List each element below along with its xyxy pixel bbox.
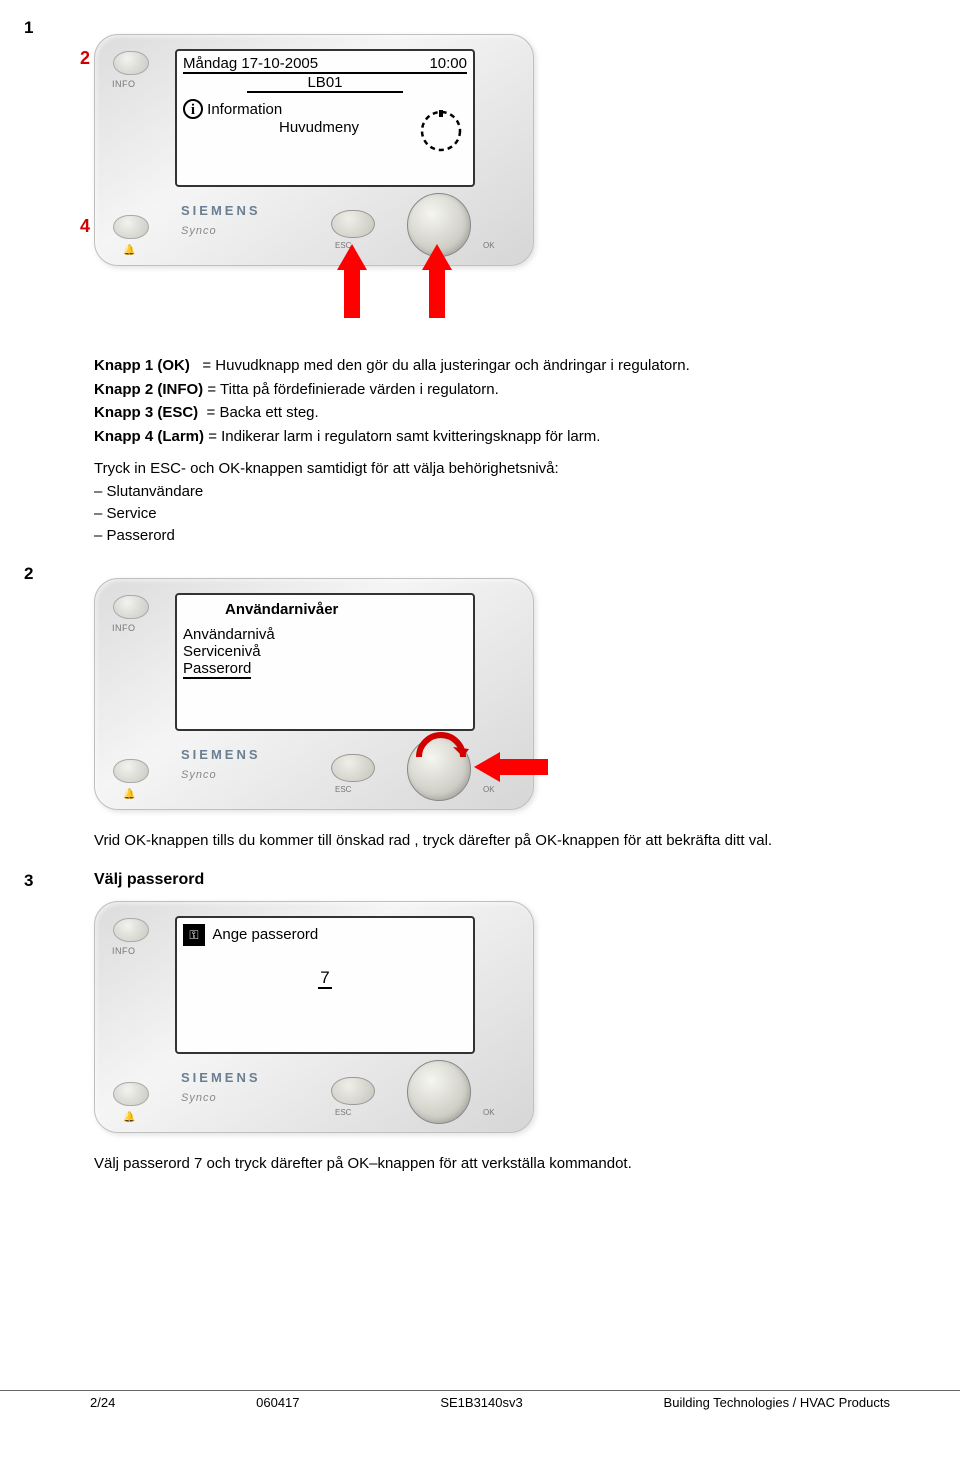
alarm-button[interactable] xyxy=(113,759,149,783)
brand-label: SIEMENS xyxy=(181,747,261,762)
lcd-screen-1: Måndag 17-10-2005 10:00 LB01 i Informati… xyxy=(175,49,475,187)
lcd-screen-2: Användarnivåer Användarnivå Servicenivå … xyxy=(175,593,475,731)
synco-label: Synco xyxy=(181,1092,217,1104)
k2-label: Knapp 2 (INFO) xyxy=(94,381,203,398)
screen-info-1: Information xyxy=(207,101,282,118)
alarm-button[interactable] xyxy=(113,215,149,239)
screen-date: Måndag 17-10-2005 xyxy=(183,55,318,72)
rotate-text: Vrid OK-knappen tills du kommer till öns… xyxy=(94,832,854,849)
brand-label: SIEMENS xyxy=(181,1070,261,1085)
k1-desc: = Huvudknapp med den gör du alla justeri… xyxy=(202,357,689,374)
footer-date: 060417 xyxy=(256,1395,299,1410)
k2-desc: = Titta på fördefinierade värden i regul… xyxy=(207,381,498,398)
info-button[interactable] xyxy=(113,918,149,942)
k4-label: Knapp 4 (Larm) xyxy=(94,428,204,445)
footer-docid: SE1B3140sv3 xyxy=(440,1395,522,1410)
callout-4: 4 xyxy=(80,216,90,237)
info-button[interactable] xyxy=(113,595,149,619)
ok-label: OK xyxy=(483,785,495,794)
alarm-button[interactable] xyxy=(113,1082,149,1106)
footer-org: Building Technologies / HVAC Products xyxy=(664,1395,890,1410)
lcd-screen-3: ⚿ Ange passerord 7 xyxy=(175,916,475,1054)
k4-desc: = Indikerar larm i regulatorn samt kvitt… xyxy=(208,428,600,445)
rotate-arc-icon xyxy=(411,727,471,767)
esc-label: ESC xyxy=(335,785,351,794)
screen2-line1: Användarnivå xyxy=(183,626,467,643)
key-icon: ⚿ xyxy=(183,924,205,946)
step-number-2: 2 xyxy=(24,564,33,584)
k3-desc: = Backa ett steg. xyxy=(207,404,319,421)
levels-list: Slutanvändare Service Passerord xyxy=(94,481,854,546)
screen3-value: 7 xyxy=(318,968,331,989)
arrow-ok-icon xyxy=(422,244,452,318)
key-descriptions: Knapp 1 (OK) = Huvudknapp med den gör du… xyxy=(94,356,854,546)
screen2-header: Användarnivåer xyxy=(225,601,467,618)
bell-icon: 🔔 xyxy=(123,245,135,256)
info-icon: i xyxy=(183,99,203,119)
screen3-header: Ange passerord xyxy=(212,926,318,943)
k1-label: Knapp 1 (OK) xyxy=(94,357,190,374)
screen-title: LB01 xyxy=(247,74,403,93)
arrow-esc-icon xyxy=(337,244,367,318)
screen2-line2: Servicenivå xyxy=(183,643,467,660)
level-item: Passerord xyxy=(94,525,854,547)
bell-icon: 🔔 xyxy=(123,789,135,800)
bell-icon: 🔔 xyxy=(123,1112,135,1123)
brand-label: SIEMENS xyxy=(181,203,261,218)
footer-page: 2/24 xyxy=(90,1395,115,1410)
info-label: INFO xyxy=(112,946,136,956)
esc-button[interactable] xyxy=(331,754,375,782)
esc-button[interactable] xyxy=(331,1077,375,1105)
k3-label: Knapp 3 (ESC) xyxy=(94,404,198,421)
device-panel-1: INFO 🔔 Måndag 17-10-2005 10:00 LB01 i In… xyxy=(94,34,534,266)
final-text: Välj passerord 7 och tryck därefter på O… xyxy=(94,1155,854,1172)
info-button[interactable] xyxy=(113,51,149,75)
ok-label: OK xyxy=(483,1108,495,1117)
info-label: INFO xyxy=(112,623,136,633)
callout-2: 2 xyxy=(80,48,90,69)
screen2-line3: Passerord xyxy=(183,660,251,679)
synco-label: Synco xyxy=(181,769,217,781)
device-panel-3: INFO 🔔 ⚿ Ange passerord 7 SIEMENS Synco … xyxy=(94,901,534,1133)
level-item: Service xyxy=(94,503,854,525)
step-number-3: 3 xyxy=(24,871,70,891)
device-panel-2: INFO 🔔 Användarnivåer Användarnivå Servi… xyxy=(94,578,534,810)
synco-label: Synco xyxy=(181,225,217,237)
step-number-1: 1 xyxy=(24,18,33,38)
page-footer: 2/24 060417 SE1B3140sv3 Building Technol… xyxy=(0,1390,960,1420)
dashed-dial-icon xyxy=(419,109,463,153)
ok-dial[interactable] xyxy=(407,1060,471,1124)
info-label: INFO xyxy=(112,79,136,89)
ok-label: OK xyxy=(483,241,495,250)
esc-button[interactable] xyxy=(331,210,375,238)
press-text: Tryck in ESC- och OK-knappen samtidigt f… xyxy=(94,460,854,477)
esc-label: ESC xyxy=(335,1108,351,1117)
level-item: Slutanvändare xyxy=(94,481,854,503)
screen-time: 10:00 xyxy=(429,55,467,72)
step3-heading: Välj passerord xyxy=(94,871,204,891)
